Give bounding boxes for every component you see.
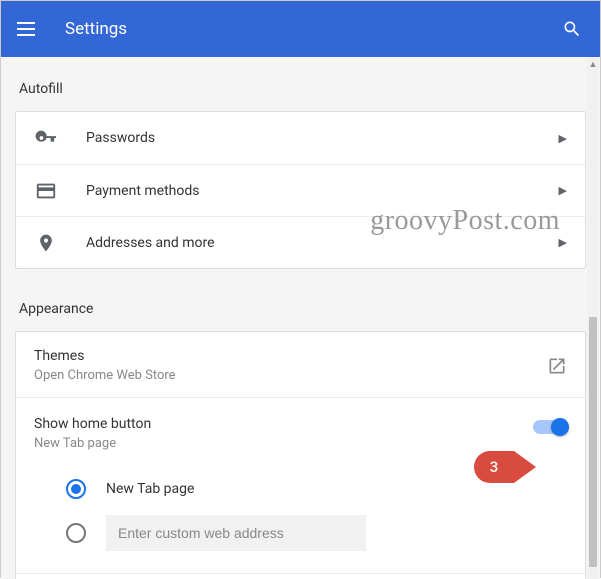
appbar-title: Settings <box>65 19 127 39</box>
radio-icon-checked <box>66 479 86 499</box>
appbar: Settings <box>1 1 600 57</box>
autofill-addresses-label: Addresses and more <box>86 235 559 251</box>
radio-new-tab-page[interactable]: New Tab page <box>66 467 567 511</box>
home-button-radio-group: New Tab page <box>16 463 585 573</box>
open-external-icon <box>547 356 567 376</box>
menu-icon[interactable] <box>17 17 41 41</box>
key-icon <box>34 126 58 150</box>
autofill-payment-label: Payment methods <box>86 183 559 199</box>
chevron-right-icon: ▶ <box>559 184 567 197</box>
show-bookmarks-bar-row[interactable]: Show bookmarks bar <box>16 573 585 579</box>
radio-custom-url[interactable] <box>66 511 567 555</box>
radio-icon-unchecked <box>66 523 86 543</box>
search-icon[interactable] <box>560 17 584 41</box>
credit-card-icon <box>34 179 58 203</box>
autofill-addresses-row[interactable]: Addresses and more ▶ <box>16 216 585 268</box>
show-home-button-toggle[interactable] <box>533 420 567 434</box>
scroll-up-arrow-icon[interactable]: ▲ <box>587 57 599 71</box>
autofill-payment-row[interactable]: Payment methods ▶ <box>16 164 585 216</box>
autofill-card: Passwords ▶ Payment methods ▶ Addresses … <box>15 111 586 269</box>
location-pin-icon <box>34 231 58 255</box>
chevron-right-icon: ▶ <box>559 132 567 145</box>
scrollbar[interactable]: ▲ <box>587 57 599 579</box>
section-title-appearance: Appearance <box>19 301 582 317</box>
radio-new-tab-label: New Tab page <box>106 481 194 497</box>
autofill-passwords-label: Passwords <box>86 130 559 146</box>
show-home-button-title: Show home button <box>34 416 533 432</box>
show-home-button-subtitle: New Tab page <box>34 436 533 451</box>
appearance-card: Themes Open Chrome Web Store Show home b… <box>15 331 586 579</box>
chevron-right-icon: ▶ <box>559 236 567 249</box>
scrollbar-thumb[interactable] <box>589 317 597 567</box>
themes-row[interactable]: Themes Open Chrome Web Store <box>16 332 585 397</box>
themes-title: Themes <box>34 348 547 364</box>
autofill-passwords-row[interactable]: Passwords ▶ <box>16 112 585 164</box>
custom-url-input[interactable] <box>106 515 366 551</box>
show-home-button-row: Show home button New Tab page <box>16 397 585 463</box>
themes-subtitle: Open Chrome Web Store <box>34 368 547 383</box>
section-title-autofill: Autofill <box>19 81 582 97</box>
